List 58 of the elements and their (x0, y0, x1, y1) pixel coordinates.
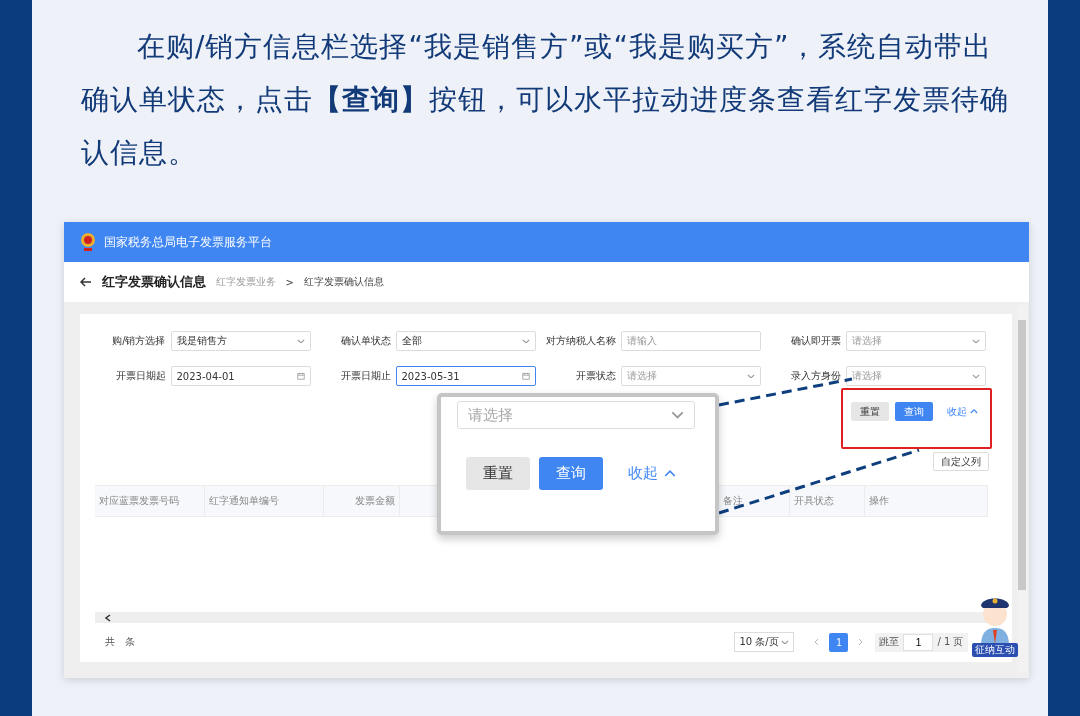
intro-paragraph: 在购/销方信息栏选择“我是销售方”或“我是购买方”，系统自动带出确认单状态，点击【查询】按钮，可以水平拉动进度条查看红字发票待确认信息。 (81, 29, 1010, 171)
collapse-link[interactable]: 收起 (627, 464, 676, 483)
chevron-down-icon (521, 338, 530, 344)
chevron-down-icon (971, 338, 980, 344)
select-field[interactable]: 全部 (395, 331, 536, 351)
filter-label: 开票日期起 (114, 369, 166, 383)
page-button[interactable]: 1 (829, 632, 849, 652)
app-title: 国家税务总局电子发票服务平台 (103, 233, 272, 251)
chevron-up-icon (663, 469, 676, 478)
breadcrumb-separator: > (285, 276, 294, 288)
calendar-icon (521, 372, 530, 380)
jump-label: 跳至 (879, 635, 900, 649)
chevron-up-icon (969, 409, 978, 414)
chevron-down-icon (971, 373, 980, 379)
filter-label: 对方纳税人名称 (544, 334, 616, 348)
select-field[interactable]: 请选择 (620, 366, 761, 386)
page-size-select[interactable]: 10 条/页 (734, 632, 795, 652)
filter-label: 购/销方选择 (111, 334, 166, 348)
column-header: 对应蓝票发票号码 (94, 486, 206, 516)
next-page-icon[interactable] (858, 638, 864, 646)
query-button[interactable]: 查询 (894, 402, 933, 421)
chevron-down-icon (296, 338, 305, 344)
mascot-badge[interactable]: 征纳互动 (971, 643, 1018, 657)
column-header: 开具状态 (789, 486, 865, 516)
prev-page-icon[interactable] (814, 638, 820, 646)
chevron-down-icon (781, 639, 790, 645)
filter-label: 开票日期止 (339, 369, 391, 383)
filter-label: 录入方身份 (789, 369, 841, 383)
select-field[interactable]: 请选择 (456, 401, 695, 429)
filter-label: 确认单状态 (339, 334, 391, 348)
select-field[interactable]: 请选择 (845, 331, 986, 351)
horizontal-scrollbar[interactable] (94, 612, 988, 623)
breadcrumb-item[interactable]: 红字发票业务 (215, 275, 276, 289)
date-field[interactable]: 2023-05-31 (395, 366, 536, 386)
column-header: 红字通知单编号 (205, 486, 325, 516)
column-header: 操作 (864, 486, 988, 516)
date-field[interactable]: 2023-04-01 (170, 366, 311, 386)
chevron-down-icon (746, 373, 755, 379)
custom-columns-button[interactable]: 自定义列 (932, 452, 989, 471)
back-arrow-icon[interactable] (79, 277, 92, 287)
breadcrumb-item: 红字发票确认信息 (303, 275, 384, 289)
select-field[interactable]: 请选择 (845, 366, 986, 386)
page-count: / 1 页 (937, 635, 964, 649)
reset-button[interactable]: 重置 (465, 457, 530, 490)
input-field[interactable]: 请输入 (620, 331, 761, 351)
total-count: 共 条 (104, 635, 136, 649)
calendar-icon (296, 372, 305, 380)
page-title: 红字发票确认信息 (101, 273, 206, 291)
scroll-left-icon[interactable] (104, 613, 111, 622)
collapse-link[interactable]: 收起 (946, 404, 978, 419)
column-header: 发票金额 (324, 486, 401, 516)
reset-button[interactable]: 重置 (850, 402, 889, 421)
jump-input[interactable]: 1 (903, 633, 934, 651)
query-button[interactable]: 查询 (538, 457, 603, 490)
filter-label: 确认即开票 (789, 334, 841, 348)
filter-label: 开票状态 (574, 369, 616, 383)
chevron-down-icon (670, 411, 684, 419)
select-field[interactable]: 我是销售方 (170, 331, 311, 351)
